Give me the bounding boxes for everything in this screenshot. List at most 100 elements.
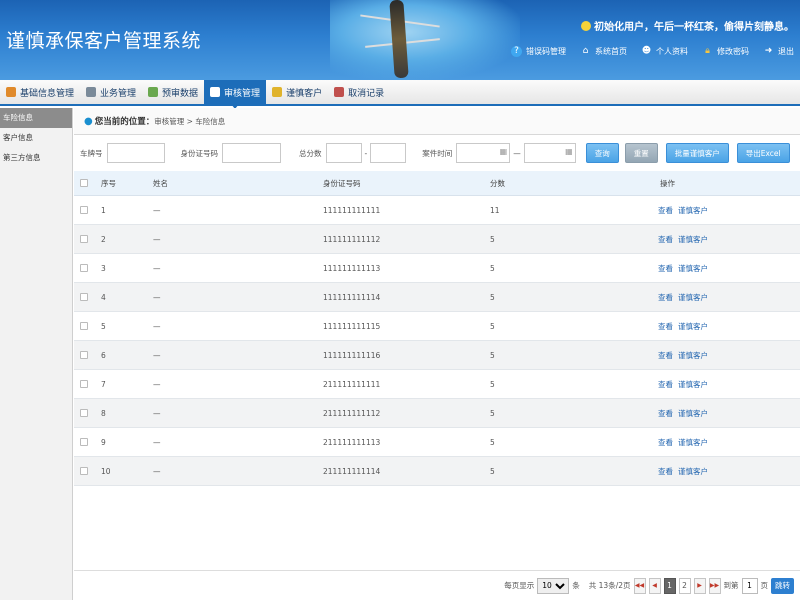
header-score: 分数 xyxy=(490,178,505,188)
row-checkbox[interactable] xyxy=(80,380,88,388)
row-actions: 查看 谨慎客户 xyxy=(658,457,713,485)
exit-icon: ➜ xyxy=(764,46,773,56)
view-link[interactable]: 查看 xyxy=(658,205,673,216)
menu-business[interactable]: 业务管理 xyxy=(80,80,142,104)
cell-score: 5 xyxy=(490,379,495,389)
mark-cautious-link[interactable]: 谨慎客户 xyxy=(678,263,708,274)
cell-index: 3 xyxy=(101,263,106,273)
cell-score: 5 xyxy=(490,321,495,331)
cell-name: — xyxy=(153,234,161,244)
filter-bar: 车牌号 身份证号码 总分数 - 案件时间 ▦ — ▦ 查询 重置 批量谨慎客户 … xyxy=(74,135,800,171)
per-page-label: 每页显示 xyxy=(504,581,535,590)
mark-cautious-link[interactable]: 谨慎客户 xyxy=(678,466,708,477)
mark-cautious-link[interactable]: 谨慎客户 xyxy=(678,292,708,303)
mark-cautious-link[interactable]: 谨慎客户 xyxy=(678,234,708,245)
view-link[interactable]: 查看 xyxy=(658,292,673,303)
table-row: 5 — 111111111115 5 查看 谨慎客户 xyxy=(74,312,800,341)
cell-score: 5 xyxy=(490,234,495,244)
row-checkbox[interactable] xyxy=(80,438,88,446)
score-min-input[interactable] xyxy=(325,143,362,163)
mark-cautious-link[interactable]: 谨慎客户 xyxy=(678,321,708,332)
row-checkbox[interactable] xyxy=(80,264,88,272)
menu-cancel-records[interactable]: 取消记录 xyxy=(328,80,390,104)
last-page-button[interactable]: ▶▶ xyxy=(708,577,721,594)
mark-cautious-link[interactable]: 谨慎客户 xyxy=(678,350,708,361)
cell-score: 5 xyxy=(490,408,495,418)
toplink-change-password[interactable]: 🔒︎ 修改密码 xyxy=(702,46,749,57)
next-page-button[interactable]: ▶ xyxy=(693,577,706,594)
score-max-input[interactable] xyxy=(370,143,407,163)
goto-label: 到第 xyxy=(723,581,739,590)
sidebar-item-third-party-info[interactable]: 第三方信息 xyxy=(0,148,72,168)
cell-index: 10 xyxy=(101,466,111,476)
row-checkbox[interactable] xyxy=(80,235,88,243)
calendar-icon[interactable]: ▦ xyxy=(500,147,508,156)
user-icon: ☻ xyxy=(641,46,652,56)
toplink-error-codes[interactable]: ? 错误码管理 xyxy=(511,46,566,57)
cell-score: 11 xyxy=(490,205,500,215)
table-row: 1—111111111111 11 查看 谨慎客户 xyxy=(74,196,800,225)
cell-id-number: 211111111112 xyxy=(323,408,381,418)
row-checkbox[interactable] xyxy=(80,467,88,475)
export-excel-button[interactable]: 导出Excel xyxy=(736,143,790,163)
table-row: 9 — 211111111113 5 查看 谨慎客户 xyxy=(74,428,800,457)
view-link[interactable]: 查看 xyxy=(658,350,673,361)
calendar-icon[interactable]: ▦ xyxy=(565,147,573,156)
goto-button[interactable]: 跳转 xyxy=(771,577,794,594)
query-button[interactable]: 查询 xyxy=(585,143,619,163)
prev-page-button[interactable]: ◀ xyxy=(648,577,661,594)
sidebar-item-vehicle-info[interactable]: 车险信息 xyxy=(0,108,72,128)
sidebar-item-customer-info[interactable]: 客户信息 xyxy=(0,128,72,148)
menu-basic-info[interactable]: 基础信息管理 xyxy=(0,80,80,104)
view-link[interactable]: 查看 xyxy=(658,408,673,419)
mark-cautious-link[interactable]: 谨慎客户 xyxy=(678,379,708,390)
row-checkbox[interactable] xyxy=(80,293,88,301)
page-number[interactable]: 1 xyxy=(663,577,676,594)
welcome-message: 初始化用户，午后一杯红茶，偷得片刻静息。 xyxy=(581,18,794,33)
view-link[interactable]: 查看 xyxy=(658,263,673,274)
page-number[interactable]: 2 xyxy=(678,577,691,594)
view-link[interactable]: 查看 xyxy=(658,321,673,332)
row-checkbox[interactable] xyxy=(80,409,88,417)
reset-button[interactable]: 重置 xyxy=(624,143,658,163)
mark-cautious-link[interactable]: 谨慎客户 xyxy=(678,408,708,419)
row-actions: 查看 谨慎客户 xyxy=(658,428,713,456)
menu-pre-review[interactable]: 预审数据 xyxy=(142,80,204,104)
view-link[interactable]: 查看 xyxy=(658,466,673,477)
toplink-profile[interactable]: ☻ 个人资料 xyxy=(641,46,688,57)
cell-score: 5 xyxy=(490,437,495,447)
view-link[interactable]: 查看 xyxy=(658,234,673,245)
menu-review-management[interactable]: 审核管理 xyxy=(204,80,267,109)
cell-index: 1 xyxy=(101,205,106,215)
main-menu-bar: 基础信息管理 业务管理 预审数据 审核管理 谨慎客户 取消记录 xyxy=(0,80,800,109)
id-number-input[interactable] xyxy=(222,143,281,163)
toplink-logout[interactable]: ➜ 退出 xyxy=(763,46,794,57)
row-checkbox[interactable] xyxy=(80,206,88,214)
lock-icon: 🔒︎ xyxy=(705,46,710,56)
document-icon xyxy=(210,87,221,97)
cell-id-number: 211111111113 xyxy=(323,437,381,447)
per-page-unit: 条 xyxy=(572,581,580,590)
row-actions: 查看 谨慎客户 xyxy=(658,196,713,224)
per-page-select[interactable]: 10 xyxy=(537,577,570,594)
clipboard-icon xyxy=(272,87,283,97)
cell-index: 6 xyxy=(101,350,106,360)
mark-cautious-link[interactable]: 谨慎客户 xyxy=(678,205,708,216)
view-link[interactable]: 查看 xyxy=(658,379,673,390)
mark-cautious-link[interactable]: 谨慎客户 xyxy=(678,437,708,448)
view-link[interactable]: 查看 xyxy=(658,437,673,448)
menu-cautious-customers[interactable]: 谨慎客户 xyxy=(266,80,328,104)
first-page-button[interactable]: ◀◀ xyxy=(633,577,646,594)
row-checkbox[interactable] xyxy=(80,351,88,359)
score-separator: - xyxy=(364,148,368,158)
cell-name: — xyxy=(153,350,161,360)
row-checkbox[interactable] xyxy=(80,322,88,330)
table-row: 10 — 211111111114 5 查看 谨慎客户 xyxy=(74,457,800,486)
toplink-home[interactable]: ⌂ 系统首页 xyxy=(580,46,627,57)
cell-name: — xyxy=(153,292,161,302)
header-actions: 操作 xyxy=(660,178,675,188)
batch-cautious-button[interactable]: 批量谨慎客户 xyxy=(665,143,729,163)
plate-input[interactable] xyxy=(106,143,165,163)
select-all-checkbox[interactable] xyxy=(80,179,88,187)
goto-page-input[interactable] xyxy=(741,577,758,594)
